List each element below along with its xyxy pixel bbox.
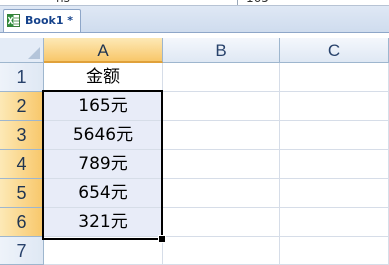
cell-c7[interactable]	[280, 237, 389, 265]
row-header-2[interactable]: 2	[0, 92, 44, 121]
row-header-6[interactable]: 6	[0, 208, 44, 237]
cell-a4[interactable]: 789元	[44, 150, 163, 179]
row-header-5[interactable]: 5	[0, 179, 44, 208]
fill-handle[interactable]	[158, 235, 166, 243]
cell-c6[interactable]	[280, 208, 389, 237]
cell-b5[interactable]	[163, 179, 280, 208]
cell-b4[interactable]	[163, 150, 280, 179]
cell-a6[interactable]: 321元	[44, 208, 163, 237]
cell-a3[interactable]: 5646元	[44, 121, 163, 150]
workbook-title: Book1 *	[25, 14, 74, 27]
column-header-b[interactable]: B	[163, 38, 280, 63]
cell-c4[interactable]	[280, 150, 389, 179]
cell-b2[interactable]	[163, 92, 280, 121]
cell-b7[interactable]	[163, 237, 280, 265]
select-all-triangle-icon	[28, 47, 40, 59]
formula-text: 165	[246, 0, 269, 5]
cell-a5[interactable]: 654元	[44, 179, 163, 208]
workbook-tab[interactable]: Book1 *	[3, 9, 81, 32]
row-header-1[interactable]: 1	[0, 63, 44, 92]
cell-c2[interactable]	[280, 92, 389, 121]
name-box-text: ns	[56, 0, 70, 5]
cell-b3[interactable]	[163, 121, 280, 150]
cell-b6[interactable]	[163, 208, 280, 237]
column-header-c[interactable]: C	[280, 38, 389, 63]
cell-c3[interactable]	[280, 121, 389, 150]
cell-a1[interactable]: 金额	[44, 63, 163, 92]
select-all-corner[interactable]	[0, 38, 44, 63]
excel-workbook-icon	[7, 14, 20, 27]
cell-a7[interactable]	[44, 237, 163, 265]
row-header-7[interactable]: 7	[0, 237, 44, 265]
cell-c1[interactable]	[280, 63, 389, 92]
row-header-4[interactable]: 4	[0, 150, 44, 179]
column-header-a[interactable]: A	[44, 38, 163, 63]
row-header-3[interactable]: 3	[0, 121, 44, 150]
cell-c5[interactable]	[280, 179, 389, 208]
formula-bar-divider	[237, 0, 238, 5]
cell-a2[interactable]: 165元	[44, 92, 163, 121]
cell-b1[interactable]	[163, 63, 280, 92]
workbook-tab-bar: Book1 *	[0, 6, 389, 33]
